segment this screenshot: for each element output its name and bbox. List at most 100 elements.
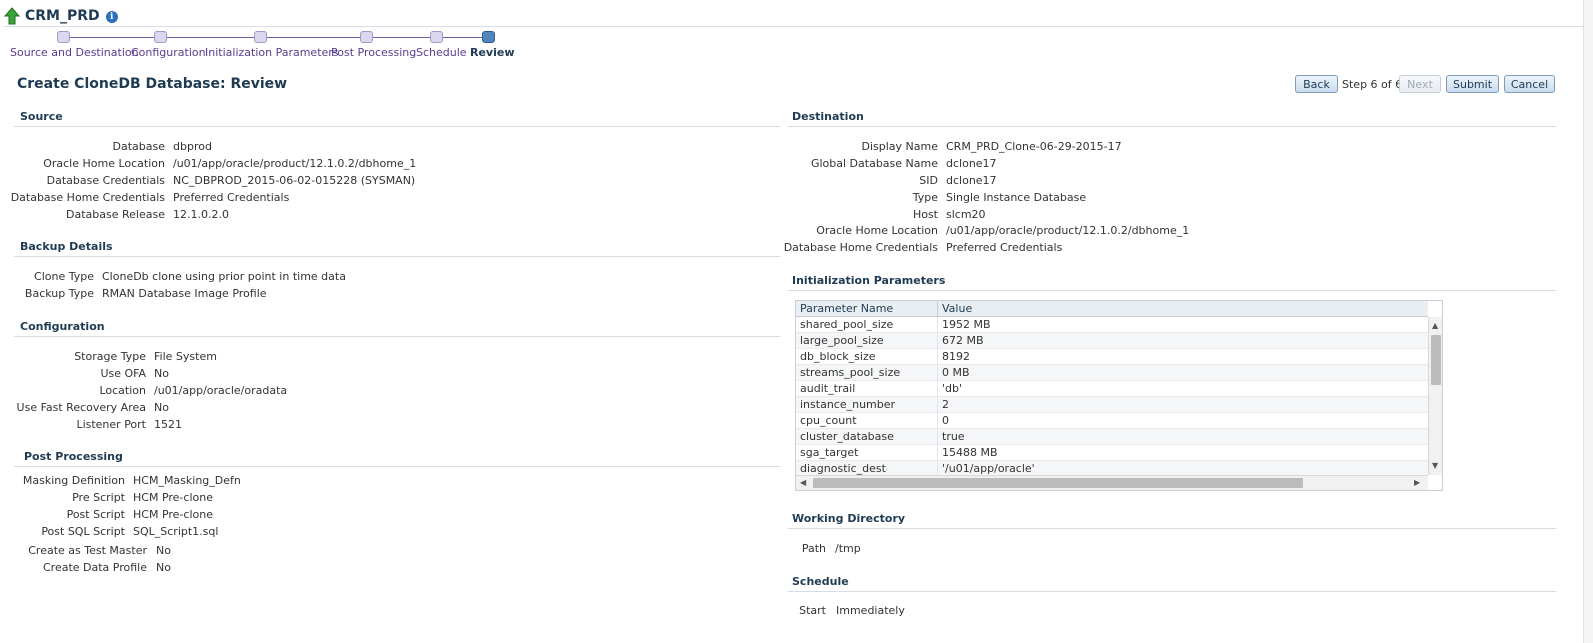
- param-name: diagnostic_dest: [796, 461, 938, 476]
- table-row[interactable]: large_pool_size 672 MB: [796, 333, 1428, 349]
- section-divider: [788, 528, 1556, 529]
- field-label: Database Home Credentials: [783, 241, 938, 254]
- field-label: Use Fast Recovery Area: [16, 401, 146, 414]
- field-label: Backup Type: [24, 287, 94, 300]
- field-label: Clone Type: [34, 270, 94, 283]
- section-divider: [14, 256, 780, 257]
- param-name: streams_pool_size: [796, 365, 938, 380]
- train-stop-source-destination[interactable]: [57, 31, 70, 43]
- field-value: RMAN Database Image Profile: [102, 287, 267, 300]
- section-divider: [14, 336, 780, 337]
- param-name: shared_pool_size: [796, 317, 938, 332]
- field-label: Oracle Home Location: [816, 224, 938, 237]
- table-row[interactable]: db_block_size 8192: [796, 349, 1428, 365]
- param-value: 2: [942, 398, 949, 411]
- next-button[interactable]: Next: [1399, 75, 1441, 93]
- table-horizontal-scrollbar[interactable]: ◀ ▶: [796, 475, 1428, 490]
- field-label: Type: [912, 191, 938, 204]
- field-value: File System: [154, 350, 217, 363]
- field-value: /tmp: [835, 542, 861, 555]
- train-stop-schedule[interactable]: [430, 31, 443, 43]
- section-divider: [14, 466, 780, 467]
- train-label-initialization-parameters[interactable]: Initialization Parameters: [205, 46, 339, 59]
- column-header-parameter-name[interactable]: Parameter Name: [796, 301, 938, 316]
- step-indicator: Step 6 of 6: [1342, 78, 1403, 91]
- field-label: Display Name: [861, 140, 939, 153]
- table-row[interactable]: cluster_database true: [796, 429, 1428, 445]
- page-header: CRM_PRD i: [3, 5, 118, 27]
- table-row[interactable]: shared_pool_size 1952 MB: [796, 317, 1428, 333]
- section-divider: [788, 591, 1556, 592]
- field-value: No: [156, 544, 171, 557]
- field-value: /u01/app/oracle/product/12.1.0.2/dbhome_…: [173, 157, 417, 170]
- field-label: SID: [919, 174, 938, 187]
- field-value: HCM Pre-clone: [133, 491, 213, 504]
- field-label: Pre Script: [72, 491, 125, 504]
- table-row[interactable]: streams_pool_size 0 MB: [796, 365, 1428, 381]
- table-row[interactable]: sga_target 15488 MB: [796, 445, 1428, 461]
- field-label: Oracle Home Location: [43, 157, 165, 170]
- table-header: Parameter Name Value: [796, 301, 1428, 317]
- scrollbar-thumb[interactable]: [813, 478, 1303, 488]
- submit-button[interactable]: Submit: [1446, 75, 1499, 93]
- param-value: 0 MB: [942, 366, 970, 379]
- up-arrow-icon[interactable]: [3, 7, 21, 25]
- field-value: HCM Pre-clone: [133, 508, 213, 521]
- field-value: Single Instance Database: [946, 191, 1087, 204]
- scrollbar-thumb[interactable]: [1431, 335, 1441, 385]
- table-row[interactable]: audit_trail 'db': [796, 381, 1428, 397]
- train-label-configuration[interactable]: Configuration: [131, 46, 206, 59]
- cancel-button[interactable]: Cancel: [1504, 75, 1555, 93]
- param-value: 'db': [942, 382, 963, 395]
- field-value: slcm20: [946, 208, 986, 221]
- table-row[interactable]: cpu_count 0: [796, 413, 1428, 429]
- field-label: Start: [799, 604, 826, 617]
- field-label: Create as Test Master: [28, 544, 147, 557]
- param-name: sga_target: [796, 445, 938, 460]
- table-vertical-scrollbar[interactable]: ▲ ▼: [1428, 317, 1442, 475]
- field-value: Preferred Credentials: [946, 241, 1063, 254]
- header-divider: [4, 26, 1587, 27]
- column-header-value[interactable]: Value: [938, 301, 972, 316]
- section-divider: [788, 290, 1556, 291]
- scroll-down-arrow-icon[interactable]: ▼: [1432, 461, 1438, 470]
- field-value: 1521: [154, 418, 182, 431]
- table-row[interactable]: instance_number 2: [796, 397, 1428, 413]
- param-value: true: [942, 430, 965, 443]
- param-value: 0: [942, 414, 949, 427]
- field-label: Create Data Profile: [42, 561, 147, 574]
- train-label-post-processing[interactable]: Post Processing: [331, 46, 416, 59]
- field-label: Listener Port: [76, 418, 146, 431]
- train-stop-post-processing[interactable]: [360, 31, 373, 43]
- field-label: Post SQL Script: [41, 525, 125, 538]
- field-value: No: [154, 367, 169, 380]
- scroll-up-arrow-icon[interactable]: ▲: [1432, 321, 1438, 330]
- param-value: 8192: [942, 350, 970, 363]
- section-source-heading: Source: [20, 110, 63, 123]
- field-value: CRM_PRD_Clone-06-29-2015-17: [946, 140, 1122, 153]
- init-params-table: Parameter Name Value shared_pool_size 195…: [795, 300, 1443, 491]
- param-name: cluster_database: [796, 429, 938, 444]
- field-label: Path: [801, 542, 826, 555]
- train-label-source-destination[interactable]: Source and Destination: [10, 46, 139, 59]
- param-value: 1952 MB: [942, 318, 991, 331]
- field-value: /u01/app/oracle/oradata: [154, 384, 288, 397]
- field-value: dclone17: [946, 174, 997, 187]
- section-backup-heading: Backup Details: [20, 240, 113, 253]
- field-value: No: [156, 561, 171, 574]
- param-name: db_block_size: [796, 349, 938, 364]
- scroll-right-arrow-icon[interactable]: ▶: [1414, 478, 1420, 487]
- param-value: 15488 MB: [942, 446, 998, 459]
- page-vertical-scrollbar[interactable]: [1583, 0, 1593, 643]
- back-button[interactable]: Back: [1295, 75, 1338, 93]
- param-name: cpu_count: [796, 413, 938, 428]
- section-destination-heading: Destination: [792, 110, 864, 123]
- info-icon[interactable]: i: [105, 11, 118, 23]
- param-value: 672 MB: [942, 334, 984, 347]
- train-stop-initialization-parameters[interactable]: [254, 31, 267, 43]
- train-label-schedule[interactable]: Schedule: [416, 46, 467, 59]
- field-label: Post Script: [66, 508, 125, 521]
- train-stop-configuration[interactable]: [154, 31, 167, 43]
- param-name: large_pool_size: [796, 333, 938, 348]
- scroll-left-arrow-icon[interactable]: ◀: [800, 478, 806, 487]
